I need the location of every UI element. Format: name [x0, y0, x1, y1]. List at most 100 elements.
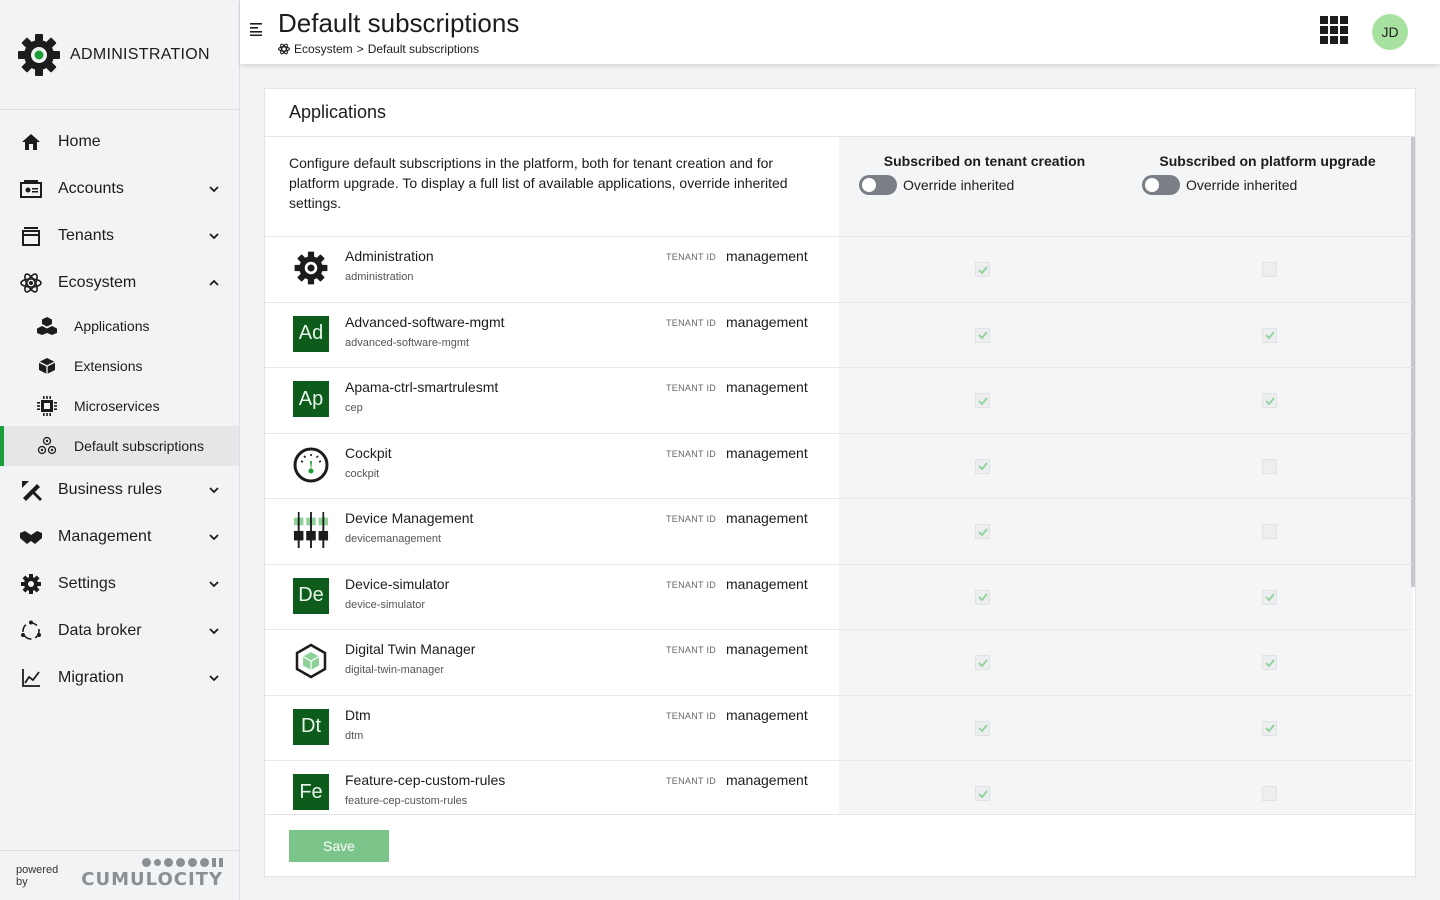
sidebar-nav: Home Accounts Tenants Ecosystem	[0, 110, 239, 701]
subscriptions-table: Configure default subscriptions in the p…	[265, 137, 1415, 814]
column-platform-upgrade: Subscribed on platform upgrade Override …	[1124, 153, 1411, 195]
app-key: feature-cep-custom-rules	[345, 795, 467, 807]
check-icon	[1265, 396, 1275, 406]
upgrade-checkbox[interactable]	[1262, 655, 1277, 670]
atom-icon	[278, 43, 290, 55]
sidebar-item-label: Tenants	[58, 227, 207, 245]
creation-checkbox[interactable]	[975, 590, 990, 605]
app-key: devicemanagement	[345, 533, 441, 545]
tenant-id-value: management	[726, 641, 808, 657]
tenant-id-value: management	[726, 576, 808, 592]
sidebar-subitem-microservices[interactable]: Microservices	[0, 386, 239, 426]
ruler-pencil-icon	[20, 479, 42, 501]
applications-card: Applications Configure default subscript…	[264, 88, 1416, 877]
atom-icon	[20, 272, 42, 294]
menu-toggle-icon[interactable]	[250, 22, 264, 36]
sidebar-item-ecosystem[interactable]: Ecosystem	[0, 259, 239, 306]
creation-checkbox[interactable]	[975, 459, 990, 474]
sidebar-item-label: Accounts	[58, 180, 207, 198]
letter-icon: Ap	[293, 381, 329, 417]
upgrade-checkbox[interactable]	[1262, 524, 1277, 539]
chevron-down-icon	[207, 624, 221, 638]
column-tenant-creation: Subscribed on tenant creation Override i…	[841, 153, 1128, 195]
line-chart-icon	[20, 667, 42, 689]
top-header: Default subscriptions Ecosystem > Defaul…	[240, 0, 1440, 64]
sidebar: ADMINISTRATION Home Accounts Tenants	[0, 0, 240, 900]
app-name: Dtm	[345, 707, 371, 723]
upgrade-checkbox[interactable]	[1262, 393, 1277, 408]
upgrade-checkbox[interactable]	[1262, 721, 1277, 736]
sidebar-item-home[interactable]: Home	[0, 118, 239, 165]
sidebar-item-tenants[interactable]: Tenants	[0, 212, 239, 259]
powered-by-text: powered by	[16, 864, 71, 888]
override-toggle-upgrade[interactable]	[1142, 175, 1180, 195]
sidebar-subitem-applications[interactable]: Applications	[0, 306, 239, 346]
creation-checkbox[interactable]	[975, 721, 990, 736]
letter-icon: De	[293, 578, 329, 614]
column-title: Subscribed on tenant creation	[841, 153, 1128, 169]
sidebar-subitem-label: Microservices	[74, 398, 160, 414]
accounts-icon	[20, 178, 42, 200]
letter-icon: Fe	[293, 774, 329, 810]
creation-checkbox[interactable]	[975, 393, 990, 408]
check-icon	[978, 592, 988, 602]
brand[interactable]: ADMINISTRATION	[0, 0, 239, 110]
upgrade-checkbox[interactable]	[1262, 786, 1277, 801]
override-toggle-row: Override inherited	[841, 175, 1128, 195]
user-avatar[interactable]: JD	[1372, 14, 1408, 50]
applications-icon	[36, 315, 58, 337]
table-row: Dt Dtm dtm TENANT ID management	[265, 695, 1413, 761]
chevron-down-icon	[207, 577, 221, 591]
tenant-id-value: management	[726, 445, 808, 461]
check-icon	[978, 723, 988, 733]
gear-icon	[293, 250, 329, 286]
breadcrumb-ecosystem[interactable]: Ecosystem	[294, 42, 353, 56]
application-rows: Administration administration TENANT ID …	[265, 236, 1413, 814]
table-row: Ad Advanced-software-mgmt advanced-softw…	[265, 302, 1413, 368]
device-mgmt-icon	[293, 512, 329, 548]
letter-icon: Ad	[293, 316, 329, 352]
chevron-down-icon	[207, 182, 221, 196]
app-name: Device-simulator	[345, 576, 449, 592]
app-key: advanced-software-mgmt	[345, 337, 469, 349]
package-icon	[36, 355, 58, 377]
sidebar-item-accounts[interactable]: Accounts	[0, 165, 239, 212]
cumulocity-logo: CUMULOCITY	[81, 858, 223, 890]
sidebar-subitem-label: Applications	[74, 318, 150, 334]
page-title: Default subscriptions	[278, 8, 519, 39]
sidebar-subitem-extensions[interactable]: Extensions	[0, 346, 239, 386]
handshake-icon	[20, 526, 42, 548]
tenant-id-value: management	[726, 707, 808, 723]
app-name: Cockpit	[345, 445, 392, 461]
upgrade-checkbox[interactable]	[1262, 590, 1277, 605]
app-name: Digital Twin Manager	[345, 641, 475, 657]
check-icon	[978, 658, 988, 668]
sidebar-item-settings[interactable]: Settings	[0, 560, 239, 607]
card-footer: Save	[265, 814, 1415, 876]
creation-checkbox[interactable]	[975, 655, 990, 670]
table-row: De Device-simulator device-simulator TEN…	[265, 564, 1413, 630]
creation-checkbox[interactable]	[975, 262, 990, 277]
app-switcher-icon[interactable]	[1320, 16, 1348, 44]
check-icon	[978, 330, 988, 340]
subscriptions-icon	[36, 435, 58, 457]
sidebar-item-label: Data broker	[58, 622, 207, 640]
table-row: Device Management devicemanagement TENAN…	[265, 498, 1413, 564]
sidebar-subitem-default-subscriptions[interactable]: Default subscriptions	[0, 426, 239, 466]
sidebar-item-data-broker[interactable]: Data broker	[0, 607, 239, 654]
creation-checkbox[interactable]	[975, 524, 990, 539]
creation-checkbox[interactable]	[975, 786, 990, 801]
sidebar-item-business-rules[interactable]: Business rules	[0, 466, 239, 513]
creation-checkbox[interactable]	[975, 328, 990, 343]
app-key: cockpit	[345, 468, 379, 480]
tenant-id-label: TENANT ID	[666, 776, 716, 786]
sidebar-item-migration[interactable]: Migration	[0, 654, 239, 701]
upgrade-checkbox[interactable]	[1262, 328, 1277, 343]
save-button[interactable]: Save	[289, 830, 389, 862]
upgrade-checkbox[interactable]	[1262, 459, 1277, 474]
app-name: Administration	[345, 248, 434, 264]
upgrade-checkbox[interactable]	[1262, 262, 1277, 277]
override-toggle-creation[interactable]	[859, 175, 897, 195]
override-label: Override inherited	[1186, 177, 1297, 193]
sidebar-item-management[interactable]: Management	[0, 513, 239, 560]
